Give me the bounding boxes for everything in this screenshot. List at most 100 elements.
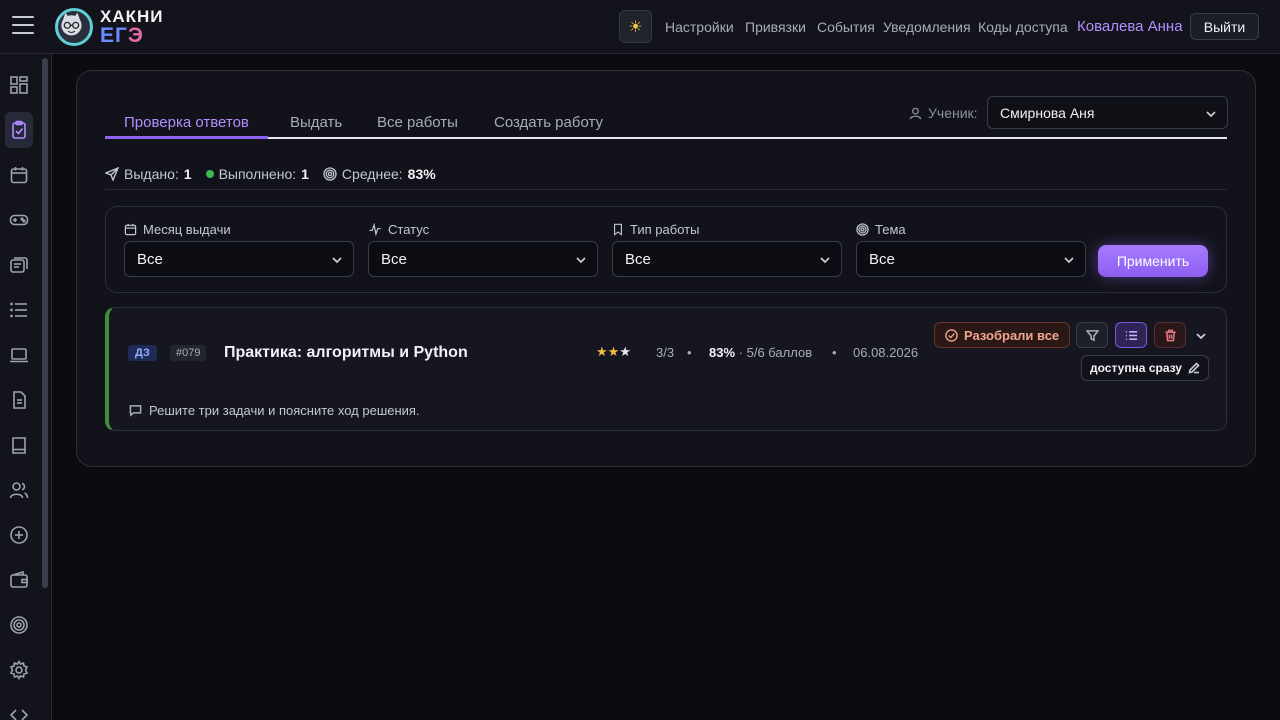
work-progress: 3/3 [656, 345, 675, 360]
chevron-down-icon [331, 253, 342, 264]
clipboard-check-icon [12, 120, 26, 139]
chevron-down-icon[interactable] [1195, 329, 1207, 341]
work-type-badge: ДЗ [128, 345, 157, 361]
student-select[interactable]: Смирнова Аня [987, 96, 1228, 129]
logo-cat-icon[interactable] [55, 8, 93, 46]
nav-bindings[interactable]: Привязки [745, 19, 806, 35]
status-badge-text: Разобрали все [964, 327, 1060, 343]
delete-button[interactable] [1154, 322, 1186, 348]
theme-toggle-button[interactable]: ☀ [619, 10, 652, 43]
list-icon [10, 302, 27, 318]
stat-average-label: Среднее: [341, 166, 403, 182]
stat-average-value: 83% [407, 166, 436, 182]
filter-status-label: Статус [368, 222, 429, 237]
stat-done-label: Выполнено: [218, 166, 297, 182]
sidebar-item-review[interactable] [5, 112, 33, 148]
stats-row: Выдано: 1 Выполнено: 1 Среднее: 83% [105, 166, 436, 182]
target-icon [856, 223, 869, 236]
calendar-icon [124, 223, 137, 236]
work-description-text: Решите три задачи и поясните ход решения… [149, 403, 420, 418]
sidebar-item-settings[interactable] [5, 652, 33, 688]
sidebar-item-games[interactable] [5, 202, 33, 238]
logout-button[interactable]: Выйти [1190, 13, 1259, 40]
stat-issued-label: Выдано: [124, 166, 179, 182]
filter-type-value: Все [625, 250, 651, 268]
nav-settings[interactable]: Настройки [665, 19, 734, 35]
filter-button[interactable] [1076, 322, 1108, 348]
sidebar-item-add[interactable] [5, 517, 33, 553]
send-icon [105, 167, 119, 181]
book-icon [12, 437, 26, 454]
star-filled-icon: ★ [607, 344, 620, 359]
filter-type-select[interactable]: Все [612, 241, 842, 277]
nav-notifications[interactable]: Уведомления [883, 19, 971, 35]
sun-icon: ☀ [628, 18, 643, 36]
filter-icon [1085, 329, 1099, 341]
sidebar-item-goals[interactable] [5, 607, 33, 643]
filter-topic-select[interactable]: Все [856, 241, 1086, 277]
tab-create-work[interactable]: Создать работу [494, 114, 603, 131]
nav-events[interactable]: События [817, 19, 875, 35]
users-icon [9, 482, 29, 499]
filter-month-label: Месяц выдачи [124, 222, 231, 237]
divider [105, 189, 1227, 190]
filter-status-select[interactable]: Все [368, 241, 598, 277]
stat-average: Среднее: 83% [323, 166, 436, 182]
laptop-icon [10, 348, 28, 363]
status-dot-icon [205, 170, 214, 178]
work-date: 06.08.2026 [853, 345, 919, 360]
activity-icon [369, 223, 381, 236]
tab-assign[interactable]: Выдать [290, 114, 342, 131]
chevron-down-icon [1063, 253, 1074, 264]
filter-status-label-text: Статус [388, 222, 430, 237]
chevron-down-icon [819, 253, 830, 264]
work-row[interactable]: ДЗ #079 Практика: алгоритмы и Python ★★★… [105, 307, 1227, 431]
sidebar-item-calendar[interactable] [5, 157, 33, 193]
sidebar-item-code[interactable] [5, 697, 33, 720]
user-icon [909, 107, 922, 119]
gamepad-icon [9, 214, 29, 226]
stat-issued-value: 1 [183, 166, 192, 182]
work-number-badge: #079 [170, 345, 207, 361]
cards-icon [10, 257, 28, 273]
sidebar-item-students[interactable] [5, 472, 33, 508]
filter-month-label-text: Месяц выдачи [143, 222, 231, 237]
bookmark-icon [614, 223, 622, 236]
sidebar-item-dashboard[interactable] [5, 67, 33, 103]
pencil-icon [1188, 362, 1200, 374]
user-name-link[interactable]: Ковалева Анна [1077, 18, 1183, 35]
menu-icon[interactable] [12, 16, 34, 36]
status-badge[interactable]: Разобрали все [934, 322, 1071, 348]
tab-review-answers[interactable]: Проверка ответов [124, 114, 249, 131]
filter-topic-label: Тема [856, 222, 906, 237]
filter-month-select[interactable]: Все [124, 241, 354, 277]
student-label-text: Ученик: [928, 105, 978, 121]
document-icon [13, 391, 26, 409]
details-list-button[interactable] [1115, 322, 1147, 348]
wallet-icon [10, 570, 28, 588]
separator-dot: • [832, 345, 837, 360]
target-icon [323, 167, 337, 181]
comment-icon [129, 404, 142, 417]
work-score: 83% · 5/6 баллов [709, 345, 812, 360]
filters-panel: Месяц выдачи Все Статус Все Тип работы В… [105, 206, 1227, 293]
apply-filters-button[interactable]: Применить [1098, 245, 1208, 277]
difficulty-stars: ★★★ [596, 344, 631, 360]
filter-type-label-text: Тип работы [630, 222, 700, 237]
sidebar-item-screen[interactable] [5, 337, 33, 373]
tab-all-works[interactable]: Все работы [377, 114, 458, 131]
availability-badge[interactable]: доступна сразу [1081, 355, 1209, 381]
sidebar-item-wallet[interactable] [5, 562, 33, 598]
sidebar-item-documents[interactable] [5, 382, 33, 418]
sidebar-item-list[interactable] [5, 292, 33, 328]
review-card: Проверка ответов Выдать Все работы Созда… [76, 70, 1256, 467]
logo-text-eg: ЕГ [100, 24, 128, 47]
sidebar-scrollbar[interactable] [42, 58, 48, 588]
sidebar-item-messages[interactable] [5, 247, 33, 283]
chevron-down-icon [575, 253, 586, 264]
filter-topic-label-text: Тема [875, 222, 906, 237]
nav-access-codes[interactable]: Коды доступа [978, 19, 1068, 35]
separator-dot: • [687, 345, 692, 360]
work-title[interactable]: Практика: алгоритмы и Python [224, 344, 468, 362]
sidebar-item-library[interactable] [5, 427, 33, 463]
